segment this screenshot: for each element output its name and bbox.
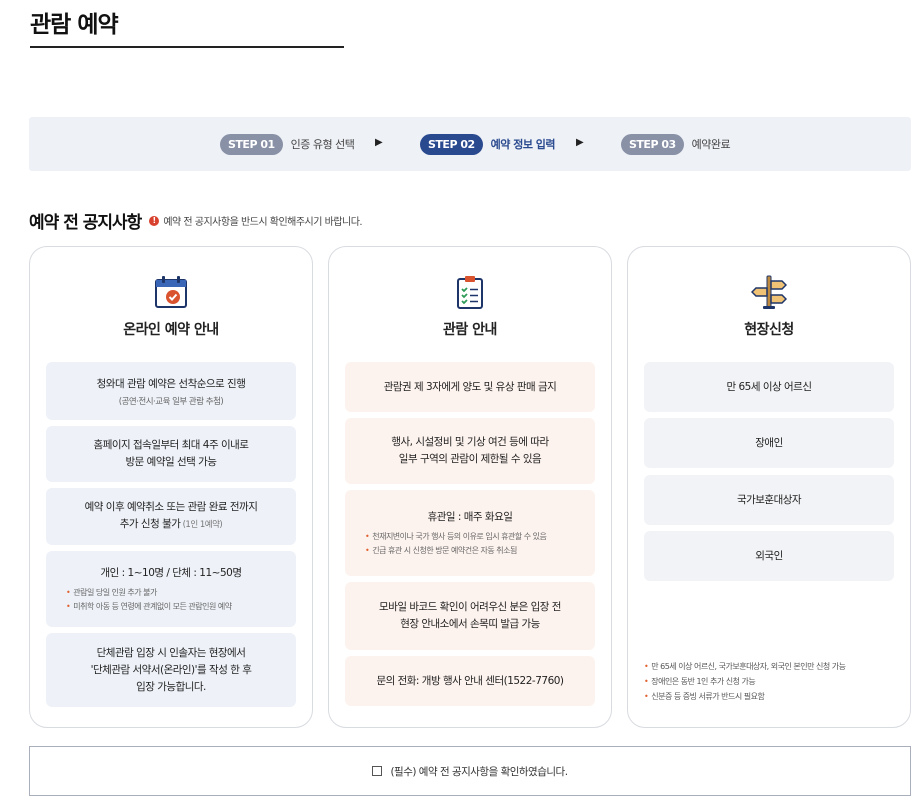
step-1-label: 인증 유형 선택 [290,138,355,151]
info-text: 문의 전화: 개방 행사 안내 센터(1522-7760) [376,674,564,687]
info-text: 방문 예약일 선택 가능 [125,456,217,468]
info-text: 예약 이후 예약취소 또는 관람 완료 전까지 [84,501,258,513]
info-text: 일부 구역의 관람이 제한될 수 있음 [398,453,542,465]
info-text: 장애인 [755,436,783,449]
onsite-footnotes: 만 65세 이상 어르신, 국가보훈대상자, 외국인 본인만 신청 가능 장애인… [644,659,904,704]
info-box: 행사, 시설정비 및 기상 여건 등에 따라 일부 구역의 관람이 제한될 수 … [345,418,595,484]
calendar-check-icon [155,276,187,308]
info-text: 휴관일 : 매주 화요일 [427,510,513,523]
agreement-label[interactable]: (필수) 예약 전 공지사항을 확인하였습니다. [390,764,568,779]
info-note: 미취학 아동 등 연령에 관계없이 모든 관람인원 예약 [52,600,232,614]
page-title: 관람 예약 [30,12,119,38]
info-text: 국가보훈대상자 [736,493,802,506]
agreement-checkbox-row[interactable]: (필수) 예약 전 공지사항을 확인하였습니다. [29,746,911,796]
info-note: 천재지변이나 국가 행사 등의 이유로 임시 휴관할 수 있음 [351,530,547,544]
info-text: 개인 : 1~10명 / 단체 : 11~50명 [100,566,242,579]
footnote: 만 65세 이상 어르신, 국가보훈대상자, 외국인 본인만 신청 가능 [644,659,904,674]
agreement-checkbox[interactable] [372,766,383,776]
info-text-part: 추가 신청 불가 [119,518,181,530]
step-arrow-icon: ▶ [576,137,584,148]
info-note: 긴급 휴관 시 신청한 방문 예약건은 자동 취소됨 [351,544,517,558]
notice-header: 예약 전 공지사항 ! 예약 전 공지사항을 반드시 확인해주시기 바랍니다. [29,208,363,233]
footnote: 장애인은 동반 1인 추가 신청 가능 [644,674,904,689]
card-onsite-application: 현장신청 만 65세 이상 어르신 장애인 국가보훈대상자 외국인 만 65세 … [627,246,911,728]
notice-subtitle: 예약 전 공지사항을 반드시 확인해주시기 바랍니다. [163,217,363,228]
info-box: 장애인 [644,418,894,468]
info-text: 모바일 바코드 확인이 어려우신 분은 입장 전 [379,601,561,613]
title-underline [30,46,344,48]
info-text: 홈페이지 접속일부터 최대 4주 이내로 [93,439,249,451]
info-text: 외국인 [755,549,783,562]
info-text: 입장 가능합니다. [136,680,206,693]
info-box: 국가보훈대상자 [644,475,894,525]
info-box: 개인 : 1~10명 / 단체 : 11~50명 관람일 당일 인원 추가 불가… [46,551,296,627]
info-box: 만 65세 이상 어르신 [644,362,894,412]
signpost-icon [751,275,787,309]
alert-icon: ! [149,215,160,226]
info-note: 관람일 당일 인원 추가 불가 [52,586,157,600]
step-3: STEP 03 예약완료 [621,133,731,155]
step-2-badge: STEP 02 [420,133,483,155]
step-1-badge: STEP 01 [220,133,283,155]
info-box: 외국인 [644,531,894,581]
info-box: 휴관일 : 매주 화요일 천재지변이나 국가 행사 등의 이유로 임시 휴관할 … [345,490,595,576]
info-box: 관람권 제 3자에게 양도 및 유상 판매 금지 [345,362,595,412]
info-box: 모바일 바코드 확인이 어려우신 분은 입장 전 현장 안내소에서 손목띠 발급… [345,582,595,650]
info-box: 문의 전화: 개방 행사 안내 센터(1522-7760) [345,656,595,706]
card-title: 현장신청 [744,322,794,338]
info-box: 청와대 관람 예약은 선착순으로 진행 (공연·전시·교육 일부 관람 추첨) [46,362,296,420]
info-text: 만 65세 이상 어르신 [726,380,813,393]
info-subtext: (공연·전시·교육 일부 관람 추첨) [118,396,224,407]
info-text: 단체관람 입장 시 인솔자는 현장에서 [96,646,246,659]
info-text: 현장 안내소에서 손목띠 발급 가능 [400,618,540,630]
info-text: 행사, 시설정비 및 기상 여건 등에 따라 [391,436,549,448]
card-visit-guide: 관람 안내 관람권 제 3자에게 양도 및 유상 판매 금지 행사, 시설정비 … [328,246,612,728]
step-progress-bar: STEP 01 인증 유형 선택 ▶ STEP 02 예약 정보 입력 ▶ ST… [29,117,911,171]
card-online-reservation: 온라인 예약 안내 청와대 관람 예약은 선착순으로 진행 (공연·전시·교육 … [29,246,313,728]
step-arrow-icon: ▶ [375,137,383,148]
info-text: 청와대 관람 예약은 선착순으로 진행 [96,377,246,390]
step-3-label: 예약완료 [691,138,731,151]
info-box: 단체관람 입장 시 인솔자는 현장에서 '단체관람 서약서(온라인)'를 작성 … [46,633,296,707]
footnote: 신분증 등 증빙 서류가 반드시 필요함 [644,689,904,704]
info-text: 추가 신청 불가 (1인 1예약) [119,516,223,534]
info-text: '단체관람 서약서(온라인)'를 작성 한 후 [90,663,252,676]
step-2-label: 예약 정보 입력 [490,138,556,151]
step-3-badge: STEP 03 [621,133,684,155]
info-text: 관람권 제 3자에게 양도 및 유상 판매 금지 [383,380,557,393]
notice-title: 예약 전 공지사항 [29,213,142,233]
step-1: STEP 01 인증 유형 선택 [220,133,355,155]
info-box: 예약 이후 예약취소 또는 관람 완료 전까지 추가 신청 불가 (1인 1예약… [46,488,296,545]
info-text-note: (1인 1예약) [180,520,223,530]
info-box: 홈페이지 접속일부터 최대 4주 이내로 방문 예약일 선택 가능 [46,426,296,482]
card-title: 관람 안내 [443,322,497,338]
clipboard-checklist-icon [457,276,483,309]
step-2: STEP 02 예약 정보 입력 [420,133,556,155]
card-title: 온라인 예약 안내 [123,322,219,338]
